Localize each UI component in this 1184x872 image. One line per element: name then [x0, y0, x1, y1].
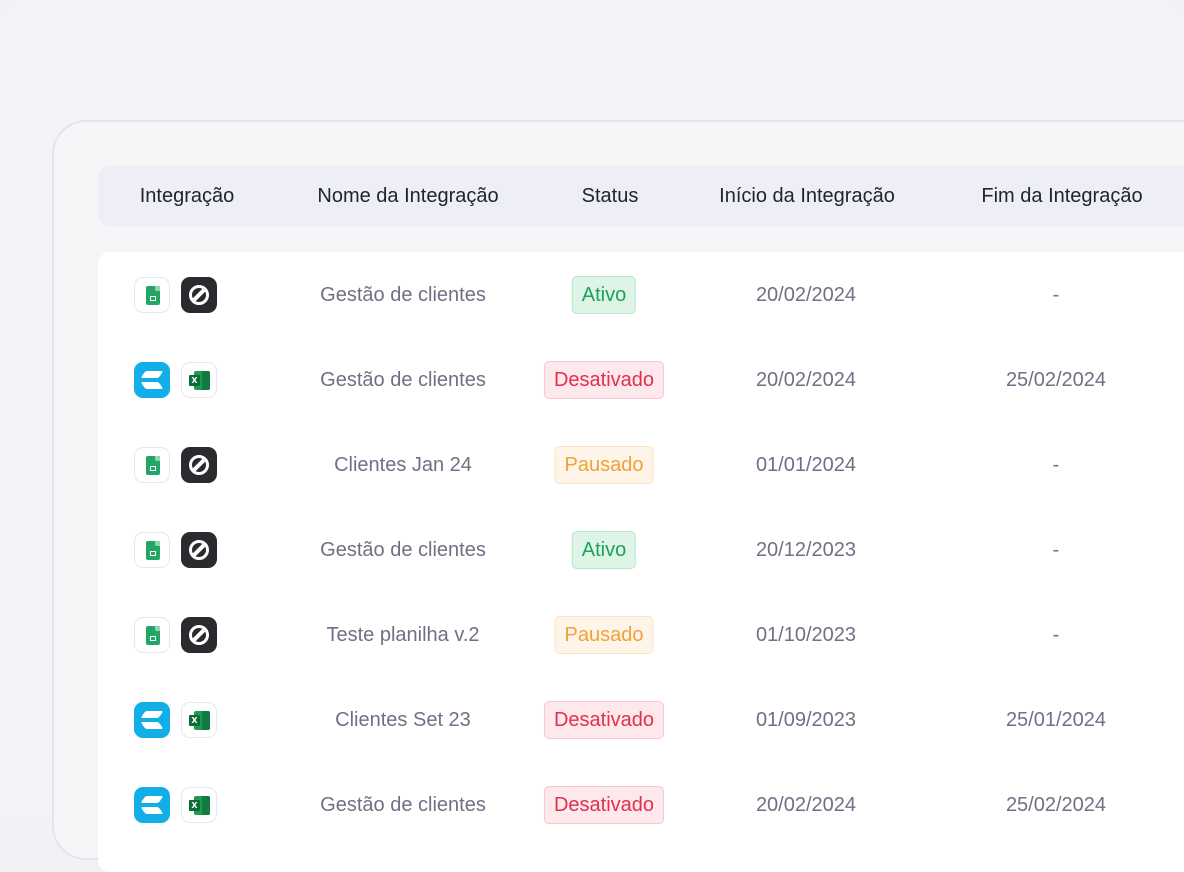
end-date: 25/02/2024 [1005, 794, 1107, 816]
integration-name: Teste planilha v.2 [326, 624, 480, 646]
table-row[interactable]: Teste planilha v.2 Pausado 01/10/2023 - [0, 615, 1184, 655]
integration-name: Gestão de clientes [320, 369, 486, 391]
status-badge: Desativado [543, 786, 665, 824]
status-badge: Ativo [571, 531, 637, 569]
header-nome[interactable]: Nome da Integração [298, 166, 518, 226]
end-date: - [1052, 454, 1060, 476]
integration-name: Gestão de clientes [320, 794, 486, 816]
start-date: 01/01/2024 [755, 454, 857, 476]
rd-station-icon [134, 702, 170, 738]
table-row[interactable]: Gestão de clientes Ativo 20/12/2023 - [0, 530, 1184, 570]
google-sheets-icon [134, 447, 170, 483]
header-inicio[interactable]: Início da Integração [700, 166, 914, 226]
excel-icon: X [181, 362, 217, 398]
totvs-icon [181, 617, 217, 653]
excel-icon: X [181, 702, 217, 738]
header-fim[interactable]: Fim da Integração [962, 166, 1162, 226]
status-badge: Desativado [543, 701, 665, 739]
status-badge: Desativado [543, 361, 665, 399]
start-date: 20/02/2024 [755, 369, 857, 391]
end-date: - [1052, 284, 1060, 306]
integration-name: Gestão de clientes [320, 284, 486, 306]
start-date: 20/12/2023 [755, 539, 857, 561]
rd-station-icon [134, 787, 170, 823]
integration-name: Clientes Set 23 [335, 709, 471, 731]
start-date: 01/09/2023 [755, 709, 857, 731]
integration-name: Gestão de clientes [320, 539, 486, 561]
google-sheets-icon [134, 532, 170, 568]
end-date: 25/02/2024 [1005, 369, 1107, 391]
table-row[interactable]: X Clientes Set 23 Desativado 01/09/2023 25/0… [0, 700, 1184, 740]
totvs-icon [181, 532, 217, 568]
status-badge: Pausado [554, 446, 654, 484]
table-row[interactable]: X Gestão de clientes Desativado 20/02/2024 2… [0, 360, 1184, 400]
totvs-icon [181, 447, 217, 483]
table-row[interactable]: Clientes Jan 24 Pausado 01/01/2024 - [0, 445, 1184, 485]
header-status[interactable]: Status [560, 166, 660, 226]
status-badge: Ativo [571, 276, 637, 314]
rd-station-icon [134, 362, 170, 398]
google-sheets-icon [134, 617, 170, 653]
excel-icon: X [181, 787, 217, 823]
google-sheets-icon [134, 277, 170, 313]
end-date: - [1052, 624, 1060, 646]
start-date: 20/02/2024 [755, 794, 857, 816]
end-date: 25/01/2024 [1005, 709, 1107, 731]
totvs-icon [181, 277, 217, 313]
status-badge: Pausado [554, 616, 654, 654]
end-date: - [1052, 539, 1060, 561]
table-row[interactable]: Gestão de clientes Ativo 20/02/2024 - [0, 275, 1184, 315]
start-date: 01/10/2023 [755, 624, 857, 646]
integration-name: Clientes Jan 24 [334, 454, 472, 476]
header-integracao[interactable]: Integração [120, 166, 254, 226]
start-date: 20/02/2024 [755, 284, 857, 306]
table-row[interactable]: X Gestão de clientes Desativado 20/02/2024 2… [0, 785, 1184, 825]
